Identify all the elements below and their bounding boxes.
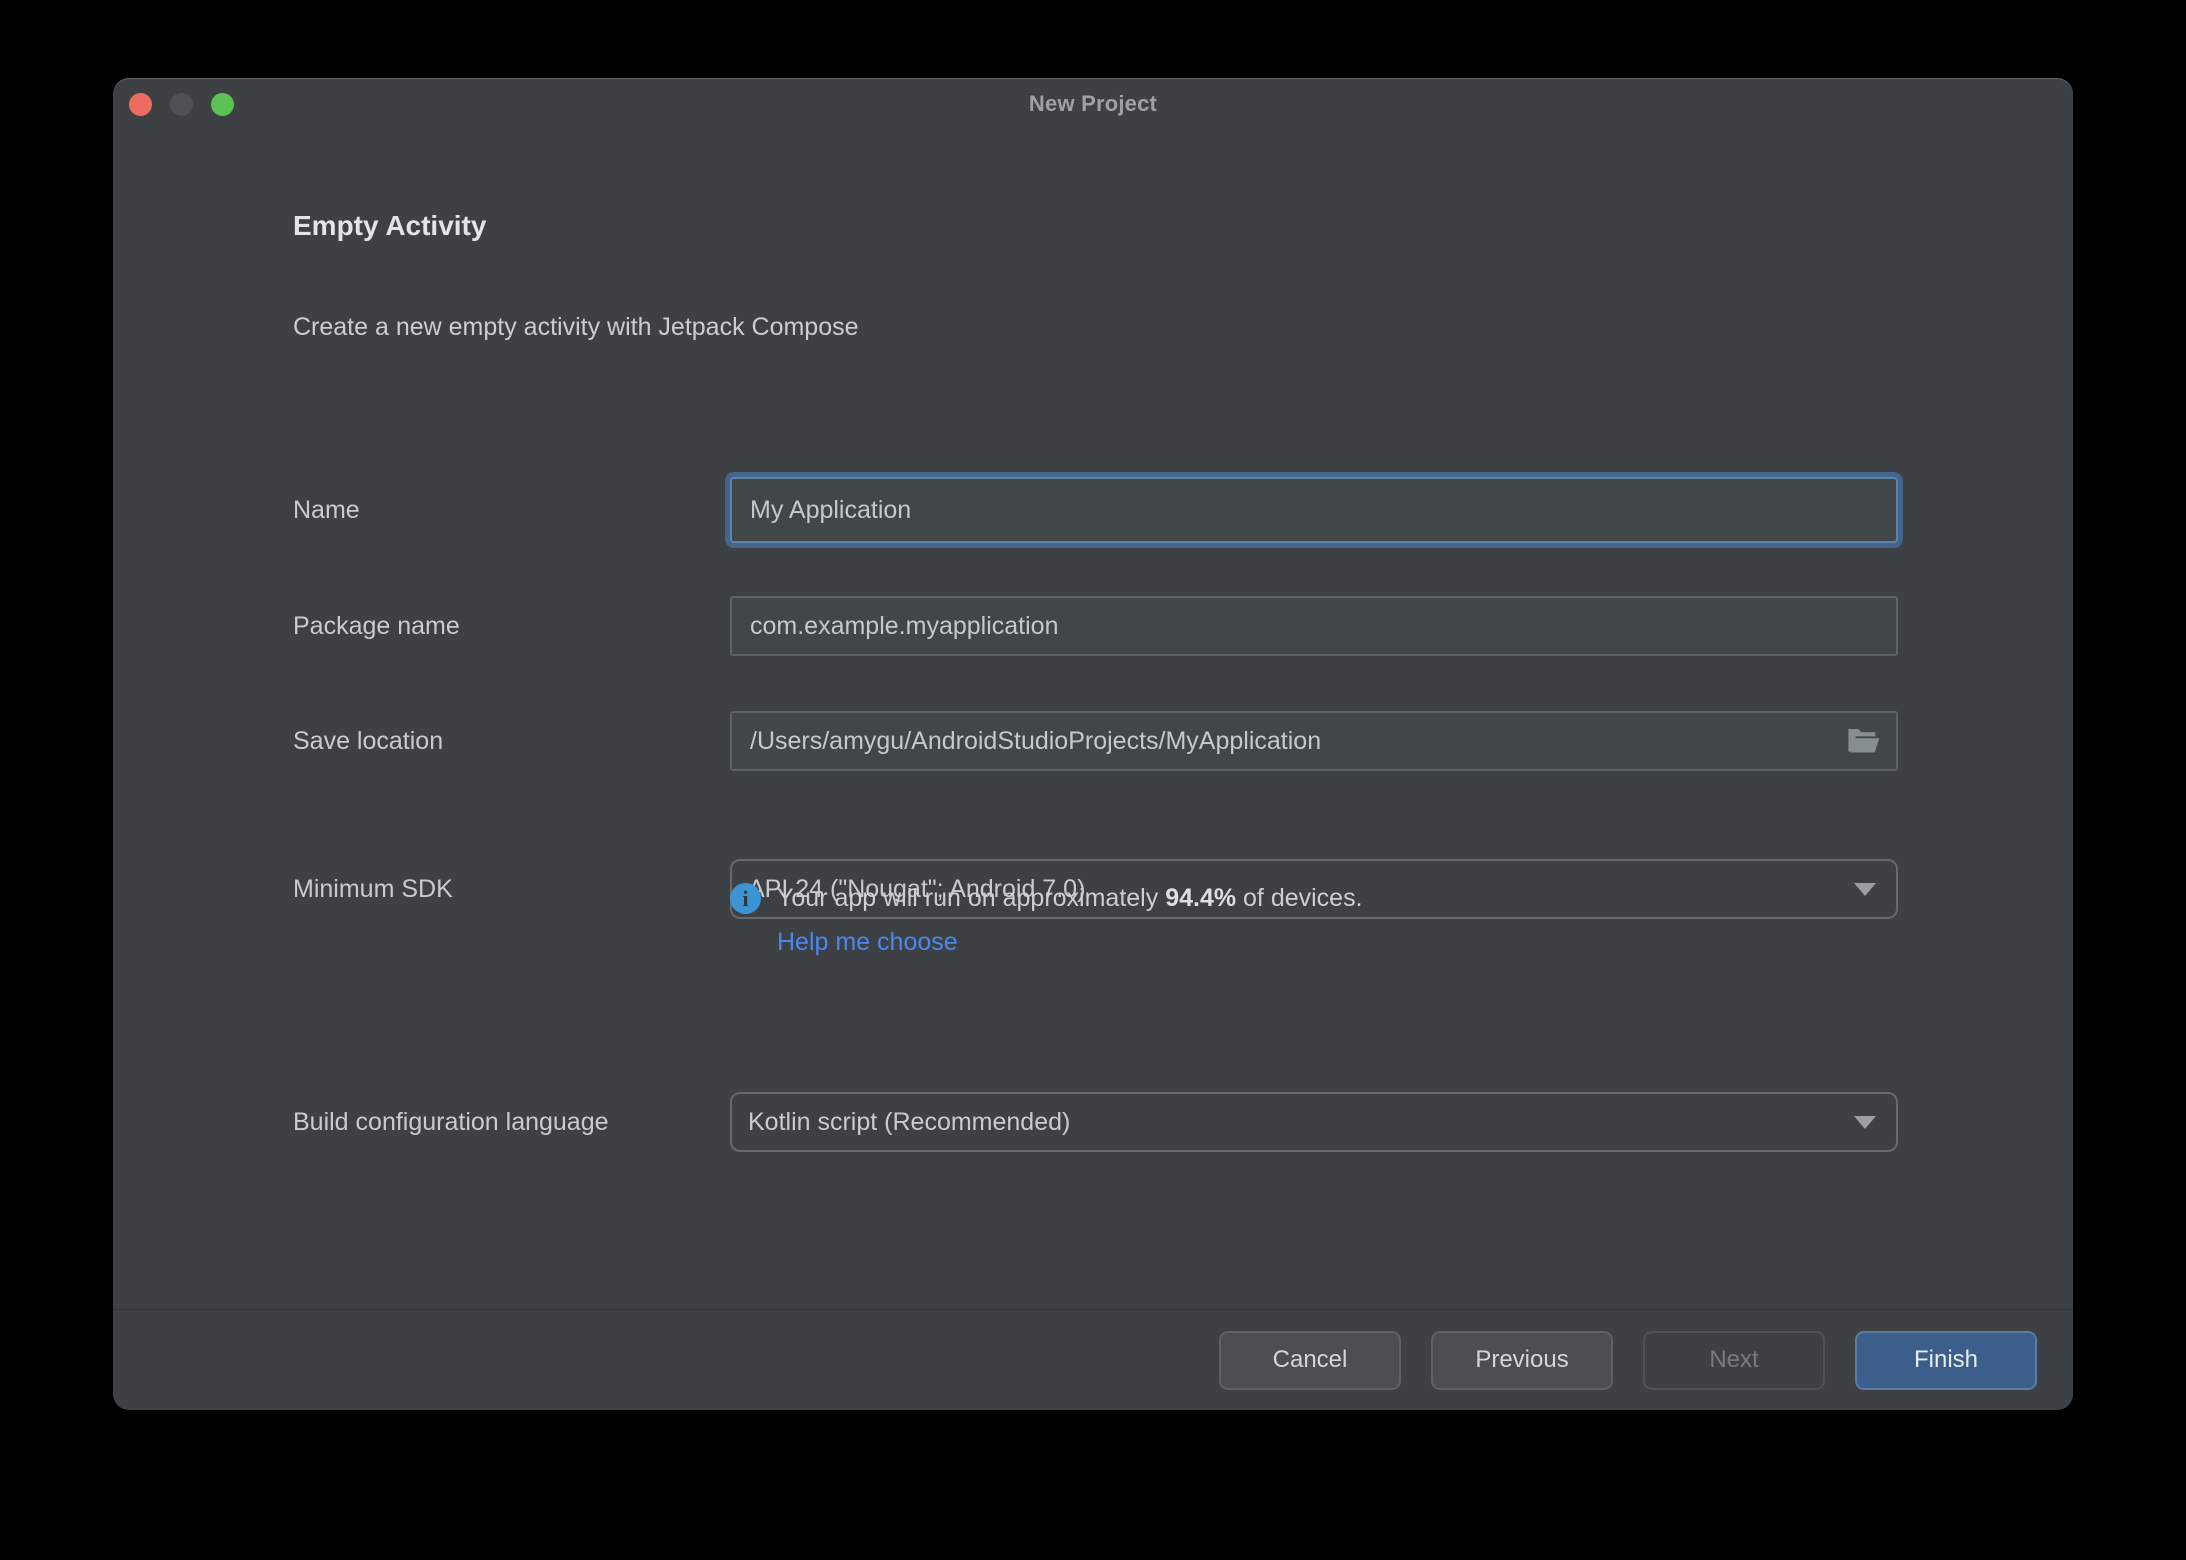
sdk-info-text: Your app will run on approximately 94.4%… xyxy=(777,884,1363,912)
previous-button[interactable]: Previous xyxy=(1431,1330,1613,1390)
package-name-label: Package name xyxy=(293,611,460,640)
info-icon: i xyxy=(730,883,761,914)
save-location-row: Save location xyxy=(293,711,1898,771)
cancel-button[interactable]: Cancel xyxy=(1219,1330,1401,1390)
package-name-input[interactable] xyxy=(730,596,1898,656)
build-config-label: Build configuration language xyxy=(293,1107,609,1136)
chevron-down-icon xyxy=(1854,882,1876,896)
sdk-info-block: i Your app will run on approximately 94.… xyxy=(730,883,1363,957)
new-project-dialog: New Project Empty Activity Create a new … xyxy=(113,78,2073,1410)
save-location-label: Save location xyxy=(293,726,444,755)
finish-button[interactable]: Finish xyxy=(1855,1330,2037,1390)
open-folder-icon[interactable] xyxy=(1846,725,1882,757)
name-label: Name xyxy=(293,495,360,524)
save-location-input[interactable] xyxy=(730,711,1898,771)
package-name-row: Package name xyxy=(293,596,1898,656)
minimum-sdk-label: Minimum SDK xyxy=(293,874,453,903)
titlebar[interactable]: New Project xyxy=(113,78,2073,130)
dialog-footer: Cancel Previous Next Finish xyxy=(113,1309,2073,1410)
page-title: Empty Activity xyxy=(293,210,487,241)
next-button: Next xyxy=(1643,1330,1825,1390)
help-me-choose-link[interactable]: Help me choose xyxy=(777,928,958,956)
name-input[interactable] xyxy=(730,477,1898,543)
name-row: Name xyxy=(293,477,1898,543)
device-coverage-percent: 94.4% xyxy=(1165,884,1237,912)
chevron-down-icon xyxy=(1854,1115,1876,1129)
page-subtitle: Create a new empty activity with Jetpack… xyxy=(293,313,859,341)
window-title: New Project xyxy=(1028,91,1158,116)
build-config-select[interactable]: Kotlin script (Recommended) xyxy=(730,1092,1898,1152)
build-config-value: Kotlin script (Recommended) xyxy=(748,1107,1071,1136)
build-config-row: Build configuration language Kotlin scri… xyxy=(293,1092,1898,1152)
